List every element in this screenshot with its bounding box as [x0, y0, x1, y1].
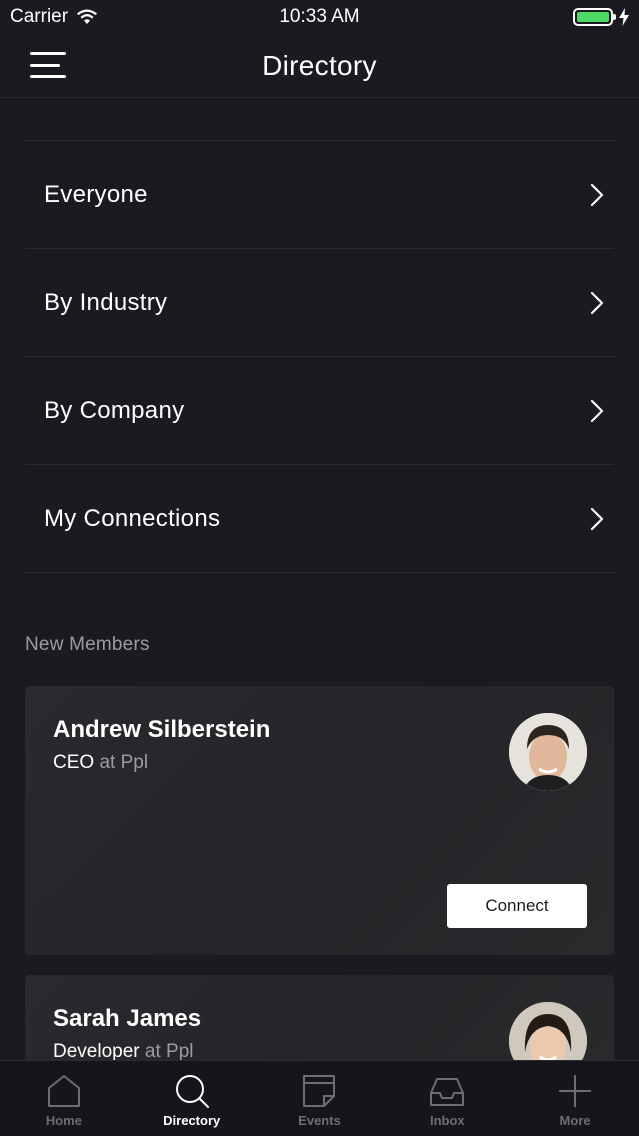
search-icon	[175, 1075, 209, 1108]
member-card[interactable]: Andrew Silberstein CEO at Ppl Connect	[25, 686, 614, 955]
directory-menu-list: Everyone By Industry By Company My Conne…	[25, 140, 614, 573]
member-at: at	[99, 752, 116, 773]
chevron-right-icon	[590, 507, 604, 530]
tab-label: Home	[45, 1113, 82, 1128]
tab-events[interactable]: Events	[256, 1061, 384, 1136]
new-members-header: New Members	[25, 634, 150, 655]
battery-icon	[573, 8, 616, 26]
chevron-right-icon	[590, 399, 604, 422]
avatar-photo	[509, 713, 587, 791]
tab-label: More	[559, 1113, 591, 1128]
status-left: Carrier	[10, 6, 98, 28]
status-bar: Carrier 10:33 AM	[0, 0, 639, 34]
tab-inbox[interactable]: Inbox	[383, 1061, 511, 1136]
carrier-label: Carrier	[10, 6, 69, 27]
chevron-right-icon	[590, 183, 604, 206]
menu-item-by-industry[interactable]: By Industry	[25, 249, 614, 357]
home-icon	[47, 1075, 80, 1107]
inbox-icon	[430, 1078, 465, 1106]
member-name: Sarah James	[53, 1005, 202, 1032]
avatar[interactable]	[509, 713, 587, 791]
tab-label: Directory	[163, 1113, 221, 1128]
tab-directory[interactable]: Directory	[128, 1061, 256, 1136]
hamburger-menu-button[interactable]	[30, 52, 68, 78]
member-role: CEO at Ppl	[53, 752, 148, 774]
tab-label: Events	[298, 1113, 341, 1128]
connect-button[interactable]: Connect	[447, 884, 587, 928]
menu-item-label: By Company	[44, 396, 185, 424]
tab-label: Inbox	[429, 1113, 465, 1128]
tab-bar: Home Directory Events Inbox More	[0, 1060, 639, 1136]
page-title: Directory	[262, 49, 377, 81]
member-company: Ppl	[120, 752, 149, 773]
menu-item-by-company[interactable]: By Company	[25, 357, 614, 465]
battery-fill	[577, 12, 609, 22]
status-right	[573, 8, 629, 26]
menu-item-label: Everyone	[44, 180, 148, 208]
menu-item-label: My Connections	[44, 504, 221, 532]
member-company: Ppl	[166, 1041, 194, 1062]
menu-item-label: By Industry	[44, 288, 168, 316]
menu-item-everyone[interactable]: Everyone	[25, 141, 614, 249]
menu-line	[30, 52, 66, 55]
events-icon	[303, 1075, 336, 1107]
member-title: Developer	[53, 1041, 140, 1062]
plus-icon	[559, 1075, 592, 1107]
menu-line	[30, 63, 60, 67]
tab-more[interactable]: More	[511, 1061, 639, 1136]
menu-line	[30, 75, 66, 78]
member-at: at	[144, 1041, 161, 1062]
chevron-right-icon	[590, 291, 604, 314]
member-title: CEO	[53, 752, 95, 773]
wifi-icon	[77, 9, 98, 24]
nav-bar: Directory	[0, 34, 639, 98]
tab-home[interactable]: Home	[0, 1061, 128, 1136]
menu-item-my-connections[interactable]: My Connections	[25, 465, 614, 573]
charging-bolt-icon	[619, 8, 629, 26]
member-name: Andrew Silberstein	[53, 716, 271, 743]
